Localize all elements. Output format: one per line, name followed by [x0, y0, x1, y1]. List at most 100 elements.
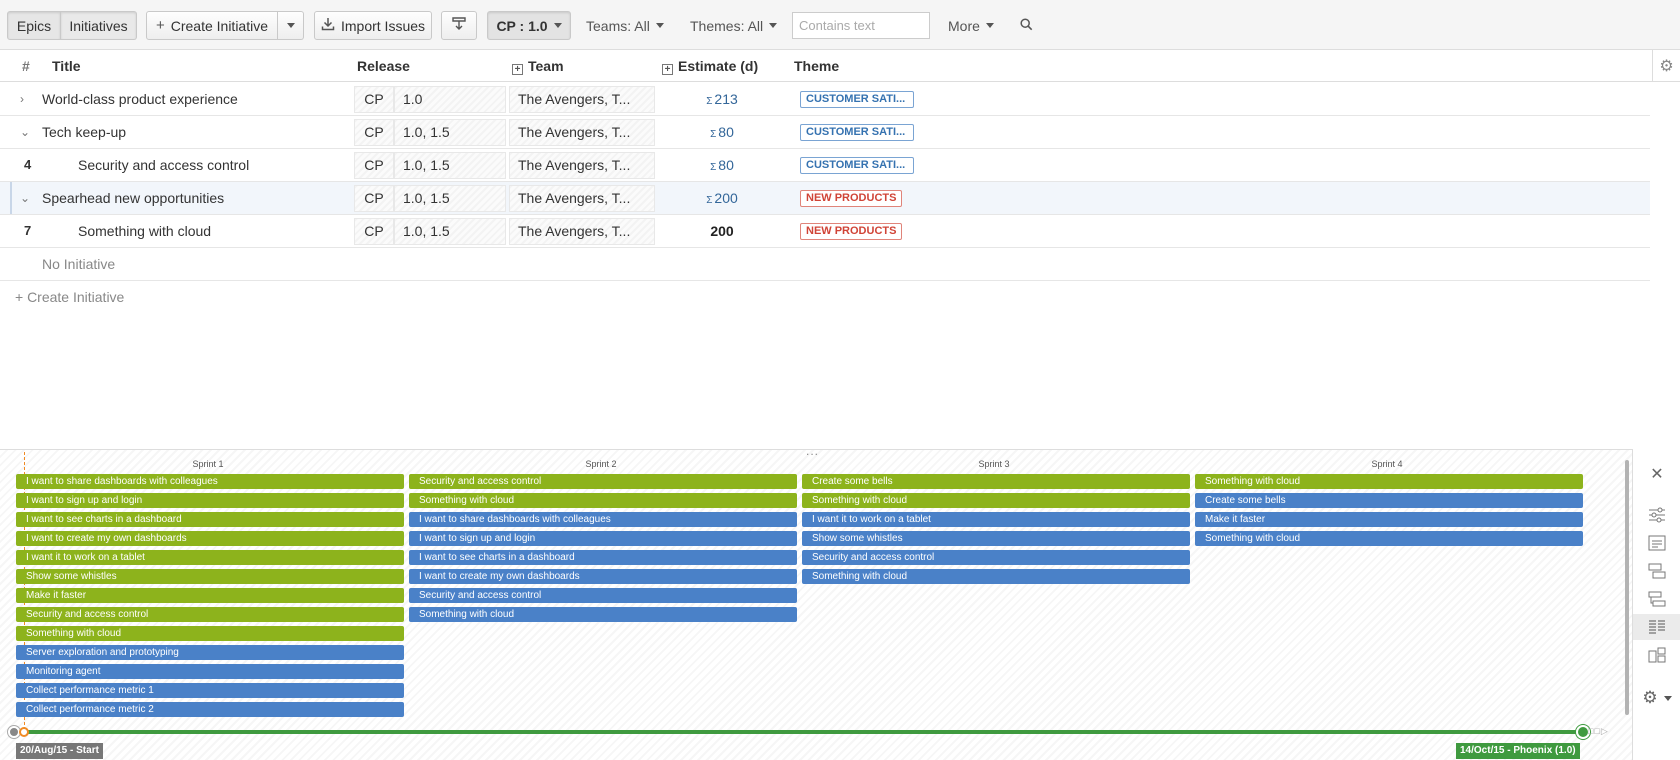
stack-view-icon[interactable] [1633, 558, 1680, 584]
col-team[interactable]: + Team [512, 50, 564, 82]
themes-filter[interactable]: Themes: All [690, 11, 778, 40]
import-issues-button[interactable]: Import Issues [314, 11, 432, 40]
story-card[interactable]: I want it to work on a tablet [802, 512, 1190, 527]
board-scrollbar[interactable] [1625, 460, 1629, 715]
row-project[interactable]: CP [354, 152, 394, 179]
row-release[interactable]: 1.0, 1.5 [394, 152, 506, 179]
no-initiative-row[interactable]: No Initiative [0, 248, 1650, 281]
col-release[interactable]: Release [357, 50, 410, 82]
row-title[interactable]: Spearhead new opportunities [42, 182, 224, 214]
more-menu[interactable]: More [948, 11, 994, 40]
row-title[interactable]: Something with cloud [78, 215, 211, 247]
split-view-icon[interactable] [1633, 642, 1680, 668]
search-input[interactable] [792, 12, 930, 39]
collapse-toggle-icon[interactable]: ⌄ [20, 182, 30, 214]
row-team[interactable]: The Avengers, T... [509, 218, 655, 245]
story-card[interactable]: I want to create my own dashboards [409, 569, 797, 584]
story-card[interactable]: Make it faster [1195, 512, 1583, 527]
story-card[interactable]: Make it faster [16, 588, 404, 603]
col-title[interactable]: Title [52, 50, 81, 82]
theme-badge[interactable]: NEW PRODUCTS [800, 190, 903, 207]
export-button[interactable] [441, 11, 477, 40]
table-row[interactable]: 7 Something with cloud CP 1.0, 1.5 The A… [0, 215, 1650, 248]
tab-initiatives[interactable]: Initiatives [61, 11, 137, 40]
row-release[interactable]: 1.0, 1.5 [394, 218, 506, 245]
story-card[interactable]: Something with cloud [409, 607, 797, 622]
story-card[interactable]: Security and access control [409, 474, 797, 489]
close-icon[interactable]: ✕ [1633, 461, 1680, 487]
story-card[interactable]: I want to sign up and login [16, 493, 404, 508]
story-card[interactable]: I want to share dashboards with colleagu… [16, 474, 404, 489]
release-filter[interactable]: CP : 1.0 [487, 11, 571, 40]
story-card[interactable]: Security and access control [802, 550, 1190, 565]
card-view-icon[interactable] [1633, 530, 1680, 556]
create-initiative-link[interactable]: + Create Initiative [15, 281, 124, 313]
story-card[interactable]: Security and access control [409, 588, 797, 603]
row-project[interactable]: CP [354, 218, 394, 245]
import-icon [321, 17, 335, 35]
row-project[interactable]: CP [354, 185, 394, 212]
row-title[interactable]: Security and access control [78, 149, 249, 181]
theme-badge[interactable]: CUSTOMER SATI... [800, 91, 914, 108]
story-card[interactable]: Security and access control [16, 607, 404, 622]
tab-epics[interactable]: Epics [7, 11, 61, 40]
board-settings-button[interactable]: ⚙ [1633, 685, 1680, 711]
collapse-toggle-icon[interactable]: ⌄ [20, 116, 30, 148]
start-marker[interactable] [19, 727, 29, 737]
search-button[interactable] [1020, 11, 1033, 40]
story-card[interactable]: Something with cloud [802, 569, 1190, 584]
story-card[interactable]: I want to see charts in a dashboard [409, 550, 797, 565]
row-team[interactable]: The Avengers, T... [509, 185, 655, 212]
theme-badge[interactable]: CUSTOMER SATI... [800, 157, 914, 174]
story-card[interactable]: I want to share dashboards with colleagu… [409, 512, 797, 527]
create-initiative-dropdown[interactable] [278, 11, 304, 40]
story-card[interactable]: I want to create my own dashboards [16, 531, 404, 546]
story-card[interactable]: Monitoring agent [16, 664, 404, 679]
row-team[interactable]: The Avengers, T... [509, 152, 655, 179]
sprint-column: Something with cloud Create some bells Mak… [1195, 474, 1583, 550]
sum-icon: Σ [710, 162, 717, 173]
row-title[interactable]: Tech keep-up [42, 116, 126, 148]
theme-badge[interactable]: NEW PRODUCTS [800, 223, 903, 240]
story-card[interactable]: I want to sign up and login [409, 531, 797, 546]
expand-toggle-icon[interactable]: › [20, 83, 24, 115]
story-card[interactable]: Collect performance metric 2 [16, 702, 404, 717]
story-card[interactable]: Server exploration and prototyping [16, 645, 404, 660]
column-settings-button[interactable]: ⚙ [1652, 50, 1680, 82]
row-release[interactable]: 1.0 [394, 86, 506, 113]
col-estimate[interactable]: + Estimate (d) [662, 50, 758, 82]
table-row[interactable]: 4 Security and access control CP 1.0, 1.… [0, 149, 1650, 182]
row-release[interactable]: 1.0, 1.5 [394, 119, 506, 146]
theme-badge[interactable]: CUSTOMER SATI... [800, 124, 914, 141]
table-row[interactable]: › World-class product experience CP 1.0 … [0, 83, 1650, 116]
story-card[interactable]: Something with cloud [1195, 474, 1583, 489]
row-project[interactable]: CP [354, 119, 394, 146]
row-team[interactable]: The Avengers, T... [509, 119, 655, 146]
story-card[interactable]: Something with cloud [1195, 531, 1583, 546]
table-row[interactable]: ⌄ Tech keep-up CP 1.0, 1.5 The Avengers,… [0, 116, 1650, 149]
resize-handle[interactable]: ... [806, 444, 819, 458]
row-release[interactable]: 1.0, 1.5 [394, 185, 506, 212]
teams-filter[interactable]: Teams: All [586, 11, 664, 40]
table-row[interactable]: ⌄ Spearhead new opportunities CP 1.0, 1.… [0, 182, 1650, 215]
row-project[interactable]: CP [354, 86, 394, 113]
row-team[interactable]: The Avengers, T... [509, 86, 655, 113]
story-card[interactable]: Something with cloud [16, 626, 404, 641]
list-view-icon[interactable] [1633, 614, 1680, 640]
expand-icon[interactable]: + [512, 64, 523, 75]
col-theme[interactable]: Theme [794, 50, 839, 82]
story-card[interactable]: Show some whistles [16, 569, 404, 584]
create-initiative-button[interactable]: + Create Initiative [146, 11, 278, 40]
story-card[interactable]: Something with cloud [802, 493, 1190, 508]
story-card[interactable]: Create some bells [1195, 493, 1583, 508]
story-card[interactable]: Collect performance metric 1 [16, 683, 404, 698]
row-title[interactable]: World-class product experience [42, 83, 238, 115]
story-card[interactable]: I want to see charts in a dashboard [16, 512, 404, 527]
story-card[interactable]: Show some whistles [802, 531, 1190, 546]
story-card[interactable]: Create some bells [802, 474, 1190, 489]
expand-icon[interactable]: + [662, 64, 673, 75]
story-card[interactable]: Something with cloud [409, 493, 797, 508]
story-card[interactable]: I want it to work on a tablet [16, 550, 404, 565]
filter-sliders-icon[interactable] [1633, 502, 1680, 528]
tree-view-icon[interactable] [1633, 586, 1680, 612]
